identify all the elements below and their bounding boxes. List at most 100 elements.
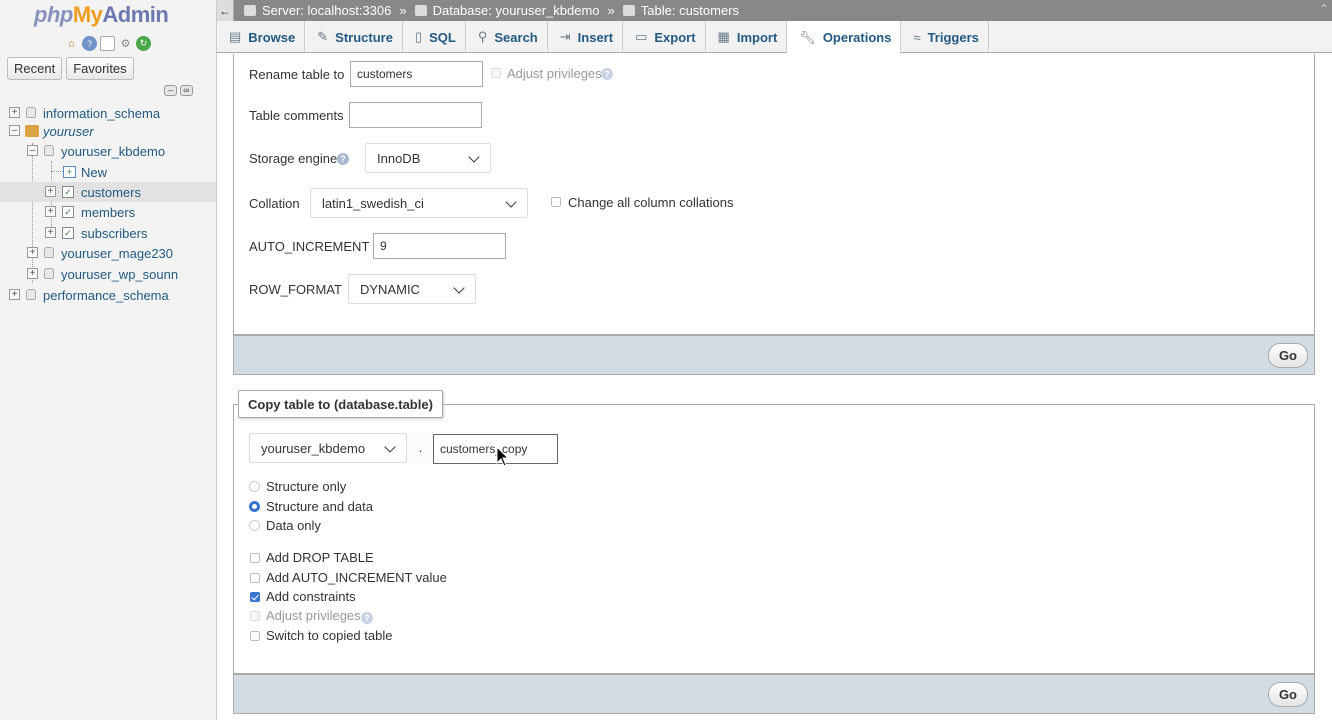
expand-icon[interactable]: + (9, 107, 20, 118)
adjust-privileges-label: Adjust privileges (507, 66, 602, 81)
tree-item-information-schema[interactable]: + information_schema (0, 103, 216, 123)
recent-button[interactable]: Recent (7, 57, 63, 80)
collapse-topbar-icon[interactable]: ⌃ (1319, 2, 1329, 16)
tree-item-label[interactable]: customers (81, 185, 141, 200)
database-icon (26, 107, 36, 118)
expand-icon[interactable]: + (45, 227, 56, 238)
expand-icon[interactable]: + (45, 206, 56, 217)
tab-sql[interactable]: ▯ SQL (403, 21, 466, 53)
tree-item-performance-schema[interactable]: + performance_schema (0, 285, 216, 305)
collation-select[interactable]: latin1_swedish_ci (310, 188, 528, 218)
table-icon: ✓ (62, 227, 74, 239)
copy-adjust-privileges-checkbox[interactable] (250, 611, 260, 621)
breadcrumb-database[interactable]: Database: youruser_kbdemo (414, 3, 600, 18)
quick-icons: ⌂ ? ⚙ ↻ (64, 36, 151, 51)
tree-item-label[interactable]: youruser_kbdemo (61, 144, 165, 159)
data-only-radio[interactable] (249, 520, 260, 531)
tab-label: Import (736, 29, 778, 45)
copy-table-fieldset: youruser_kbdemo Structure only Structure… (233, 404, 1315, 674)
tab-search[interactable]: ⚲ Search (466, 21, 548, 53)
tab-label: Structure (335, 29, 393, 45)
database-icon (44, 268, 54, 279)
change-all-collations-checkbox[interactable] (551, 197, 561, 207)
export-icon: ▭ (635, 29, 648, 44)
help-icon[interactable]: ? (361, 612, 373, 624)
tab-import[interactable]: ▦ Import (706, 21, 788, 53)
add-constraints-checkbox[interactable] (250, 592, 260, 602)
triggers-icon: ≈ (913, 29, 921, 45)
tree-item-youruser[interactable]: – youruser (0, 121, 216, 141)
collapse-all-icon[interactable]: – (164, 85, 177, 96)
favorites-button[interactable]: Favorites (66, 57, 134, 80)
copy-database-select[interactable]: youruser_kbdemo (249, 433, 407, 463)
tree-item-members[interactable]: + ✓ members (0, 202, 216, 222)
breadcrumb-server[interactable]: Server: localhost:3306 (244, 3, 391, 18)
tab-triggers[interactable]: ≈ Triggers (901, 21, 989, 53)
settings-icon[interactable]: ⚙ (118, 36, 133, 51)
copy-go-button[interactable]: Go (1267, 682, 1308, 707)
breadcrumb-table-label[interactable]: Table: customers (641, 3, 739, 18)
tab-browse[interactable]: ▤ Browse (217, 21, 306, 53)
tree-item-label[interactable]: members (81, 205, 135, 220)
tree-item-label[interactable]: New (81, 165, 107, 180)
tree-item-subscribers[interactable]: + ✓ subscribers (0, 223, 216, 243)
tree-item-label[interactable]: youruser_mage230 (61, 246, 173, 261)
docs-icon[interactable] (100, 36, 115, 51)
phpmyadmin-logo[interactable]: phpMyAdmin (34, 2, 169, 28)
tree-item-label[interactable]: subscribers (81, 226, 147, 241)
import-icon: ▦ (717, 29, 730, 44)
expand-icon[interactable]: + (27, 268, 38, 279)
tab-structure[interactable]: ✎ Structure (305, 21, 403, 53)
database-icon (414, 5, 427, 16)
database-group-icon (25, 125, 39, 137)
add-drop-table-checkbox[interactable] (250, 553, 260, 563)
tree-item-youruser-wp-sounn[interactable]: + youruser_wp_sounn (0, 264, 216, 284)
mouse-cursor-icon (496, 446, 510, 467)
structure-only-radio[interactable] (249, 481, 260, 492)
tree-item-label[interactable]: performance_schema (43, 288, 169, 303)
tab-insert[interactable]: ⇥ Insert (548, 21, 624, 53)
row-format-select[interactable]: DYNAMIC (348, 274, 476, 304)
help-icon[interactable]: ? (601, 68, 613, 80)
tree-item-label[interactable]: youruser_wp_sounn (61, 267, 178, 282)
link-with-main-icon[interactable]: ∞ (180, 85, 193, 96)
go-button[interactable]: Go (1267, 343, 1308, 368)
tab-label: Triggers (927, 29, 979, 45)
adjust-privileges-checkbox[interactable] (491, 68, 501, 78)
switch-to-copied-checkbox[interactable] (250, 631, 260, 641)
breadcrumb-table[interactable]: Table: customers (622, 3, 739, 18)
tree-item-label[interactable]: information_schema (43, 106, 160, 121)
add-auto-increment-checkbox[interactable] (250, 573, 260, 583)
auto-increment-input[interactable] (373, 233, 506, 259)
table-comments-input[interactable] (349, 102, 482, 128)
tree-controls: – ∞ (164, 85, 193, 96)
storage-engine-select[interactable]: InnoDB (365, 143, 491, 173)
auto-increment-label: AUTO_INCREMENT (249, 239, 370, 254)
tab-operations[interactable]: 🔧︎ Operations (787, 21, 902, 54)
tab-label: Search (494, 29, 538, 45)
tree-item-label[interactable]: youruser (43, 124, 94, 139)
help-icon[interactable]: ? (82, 36, 97, 51)
back-arrow-icon[interactable]: ← (217, 0, 234, 21)
breadcrumb-database-label[interactable]: Database: youruser_kbdemo (433, 3, 600, 18)
structure-and-data-radio[interactable] (249, 501, 260, 512)
home-icon[interactable]: ⌂ (64, 36, 79, 51)
breadcrumb-server-label[interactable]: Server: localhost:3306 (262, 3, 391, 18)
tab-export[interactable]: ▭ Export (623, 21, 706, 53)
wrench-icon: 🔧︎ (799, 29, 816, 45)
structure-icon: ✎ (317, 29, 329, 44)
collapse-icon[interactable]: – (27, 145, 38, 156)
search-icon: ⚲ (477, 29, 488, 44)
tree-item-new[interactable]: + New (0, 162, 216, 182)
table-comments-label: Table comments (249, 108, 344, 123)
expand-icon[interactable]: + (9, 289, 20, 300)
rename-table-input[interactable] (350, 61, 483, 87)
expand-icon[interactable]: + (45, 186, 56, 197)
tree-item-youruser-mage230[interactable]: + youruser_mage230 (0, 243, 216, 263)
tree-item-customers[interactable]: + ✓ customers (0, 182, 216, 202)
tree-item-youruser-kbdemo[interactable]: – youruser_kbdemo (0, 141, 216, 161)
reload-icon[interactable]: ↻ (136, 36, 151, 51)
help-icon[interactable]: ? (337, 153, 349, 165)
collapse-icon[interactable]: – (9, 125, 20, 136)
expand-icon[interactable]: + (27, 247, 38, 258)
